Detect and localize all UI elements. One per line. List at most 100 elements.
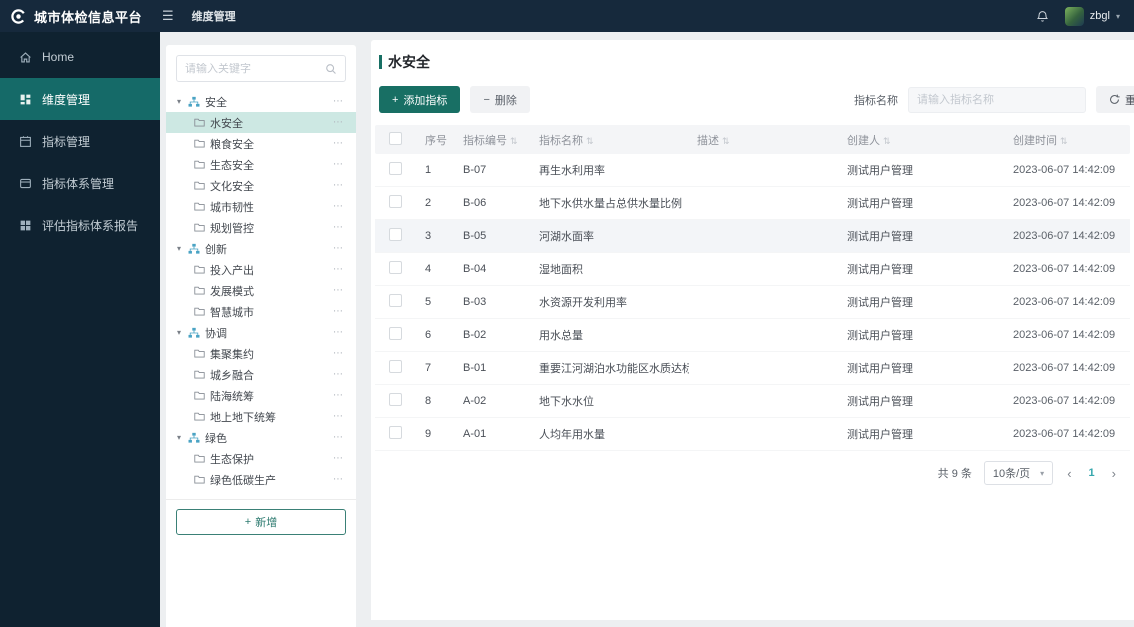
table-row[interactable]: 9 A-01 人均年用水量 测试用户管理 2023-06-07 14:42:09	[375, 418, 1130, 451]
folder-icon	[194, 390, 205, 401]
tree-item[interactable]: 绿色低碳生产 ⋯	[166, 469, 356, 490]
table-row[interactable]: 1 B-07 再生水利用率 测试用户管理 2023-06-07 14:42:09	[375, 154, 1130, 187]
report-icon	[18, 219, 32, 232]
caret-down-icon[interactable]: ▾	[175, 97, 183, 106]
select-all-checkbox[interactable]	[389, 131, 402, 145]
next-page-button[interactable]: ›	[1110, 466, 1118, 481]
tree-item[interactable]: 集聚集约 ⋯	[166, 343, 356, 364]
bell-icon[interactable]	[1036, 10, 1049, 23]
tree-item[interactable]: 智慧城市 ⋯	[166, 301, 356, 322]
tree-group[interactable]: ▾ 安全 ⋯	[166, 91, 356, 112]
tree-item[interactable]: 城市韧性 ⋯	[166, 196, 356, 217]
more-icon[interactable]: ⋯	[333, 327, 344, 338]
breadcrumb[interactable]: 维度管理	[192, 8, 236, 24]
sidebar-item-home[interactable]: Home	[0, 36, 160, 78]
table-row[interactable]: 2 B-06 地下水供水量占总供水量比例 测试用户管理 2023-06-07 14:42…	[375, 187, 1130, 220]
tree-item[interactable]: 水安全 ⋯	[166, 112, 356, 133]
more-icon[interactable]: ⋯	[333, 432, 344, 443]
column-header-name[interactable]: 指标名称 ⇅	[531, 132, 689, 148]
tree-item[interactable]: 陆海统筹 ⋯	[166, 385, 356, 406]
sort-icon[interactable]: ⇅	[722, 136, 730, 146]
tree-search-input[interactable]	[185, 62, 319, 75]
more-icon[interactable]: ⋯	[333, 201, 344, 212]
tree-item[interactable]: 文化安全 ⋯	[166, 175, 356, 196]
delete-button[interactable]: − 删除	[470, 86, 530, 113]
more-icon[interactable]: ⋯	[333, 411, 344, 422]
table-row[interactable]: 3 B-05 河湖水面率 测试用户管理 2023-06-07 14:42:09	[375, 220, 1130, 253]
row-checkbox[interactable]	[389, 261, 402, 274]
column-header-desc[interactable]: 描述 ⇅	[689, 132, 839, 148]
tree-item[interactable]: 粮食安全 ⋯	[166, 133, 356, 154]
avatar	[1064, 6, 1084, 26]
sidebar-item-dimension-management[interactable]: 维度管理	[0, 78, 160, 120]
more-icon[interactable]: ⋯	[333, 180, 344, 191]
tree-item[interactable]: 发展模式 ⋯	[166, 280, 356, 301]
caret-down-icon[interactable]: ▾	[175, 244, 183, 253]
sort-icon[interactable]: ⇅	[1060, 136, 1068, 146]
caret-down-icon[interactable]: ▾	[175, 433, 183, 442]
more-icon[interactable]: ⋯	[333, 243, 344, 254]
user-menu[interactable]: zbgl ▾	[1064, 6, 1120, 26]
sort-icon[interactable]: ⇅	[883, 136, 891, 146]
chevron-down-icon: ▾	[1040, 468, 1045, 478]
row-checkbox[interactable]	[389, 393, 402, 406]
tree-item[interactable]: 规划管控 ⋯	[166, 217, 356, 238]
add-indicator-button[interactable]: + 添加指标	[379, 86, 461, 113]
table-row[interactable]: 8 A-02 地下水水位 测试用户管理 2023-06-07 14:42:09	[375, 385, 1130, 418]
row-checkbox[interactable]	[389, 360, 402, 373]
tree-item[interactable]: 投入产出 ⋯	[166, 259, 356, 280]
more-icon[interactable]: ⋯	[333, 348, 344, 359]
row-checkbox[interactable]	[389, 294, 402, 307]
tree-group[interactable]: ▾ 协调 ⋯	[166, 322, 356, 343]
cell-no: 9	[425, 428, 432, 440]
table-row[interactable]: 6 B-02 用水总量 测试用户管理 2023-06-07 14:42:09	[375, 319, 1130, 352]
more-icon[interactable]: ⋯	[333, 453, 344, 464]
row-checkbox[interactable]	[389, 327, 402, 340]
tree-item[interactable]: 地上地下统筹 ⋯	[166, 406, 356, 427]
prev-page-button[interactable]: ‹	[1065, 466, 1073, 481]
more-icon[interactable]: ⋯	[333, 117, 344, 128]
menu-toggle-icon[interactable]: ☰	[162, 8, 174, 24]
page-number-1[interactable]: 1	[1086, 467, 1098, 479]
sort-icon[interactable]: ⇅	[586, 136, 594, 146]
tree-item[interactable]: 生态安全 ⋯	[166, 154, 356, 175]
cell-no: 4	[425, 263, 432, 275]
tree-group[interactable]: ▾ 创新 ⋯	[166, 238, 356, 259]
row-checkbox[interactable]	[389, 426, 402, 439]
column-header-code[interactable]: 指标编号 ⇅	[455, 132, 531, 148]
table-row[interactable]: 7 B-01 重要江河湖泊水功能区水质达标率 测试用户管理 2023-06-07 14:…	[375, 352, 1130, 385]
sort-icon[interactable]: ⇅	[510, 136, 518, 146]
more-icon[interactable]: ⋯	[333, 369, 344, 380]
more-icon[interactable]: ⋯	[333, 96, 344, 107]
row-checkbox[interactable]	[389, 195, 402, 208]
page-size-select[interactable]: 10条/页 ▾	[983, 461, 1054, 485]
more-icon[interactable]: ⋯	[333, 390, 344, 401]
row-checkbox-cell	[375, 294, 417, 310]
sidebar-item-indicator-management[interactable]: 指标管理	[0, 120, 160, 162]
tree-item[interactable]: 生态保护 ⋯	[166, 448, 356, 469]
more-icon[interactable]: ⋯	[333, 159, 344, 170]
table-row[interactable]: 4 B-04 湿地面积 测试用户管理 2023-06-07 14:42:09	[375, 253, 1130, 286]
tree-item-label: 规划管控	[210, 222, 254, 235]
table-row[interactable]: 5 B-03 水资源开发利用率 测试用户管理 2023-06-07 14:42:09	[375, 286, 1130, 319]
column-header-creator[interactable]: 创建人 ⇅	[839, 132, 1005, 148]
sidebar-item-indicator-system-management[interactable]: 指标体系管理	[0, 162, 160, 204]
add-dimension-button[interactable]: + 新增	[176, 509, 346, 535]
toolbar: + 添加指标 − 删除 指标名称 重置	[371, 86, 1134, 113]
more-icon[interactable]: ⋯	[333, 138, 344, 149]
more-icon[interactable]: ⋯	[333, 306, 344, 317]
more-icon[interactable]: ⋯	[333, 264, 344, 275]
more-icon[interactable]: ⋯	[333, 222, 344, 233]
more-icon[interactable]: ⋯	[333, 474, 344, 485]
table-header: 序号 指标编号 ⇅ 指标名称 ⇅ 描述 ⇅ 创建人 ⇅ 创建时间 ⇅	[375, 125, 1130, 154]
reset-button[interactable]: 重置	[1096, 86, 1134, 113]
sidebar-item-evaluation-report[interactable]: 评估指标体系报告	[0, 204, 160, 246]
tree-item[interactable]: 城乡融合 ⋯	[166, 364, 356, 385]
caret-down-icon[interactable]: ▾	[175, 328, 183, 337]
more-icon[interactable]: ⋯	[333, 285, 344, 296]
indicator-name-input[interactable]	[908, 86, 1086, 113]
column-header-time[interactable]: 创建时间 ⇅	[1005, 132, 1130, 148]
tree-group[interactable]: ▾ 绿色 ⋯	[166, 427, 356, 448]
row-checkbox[interactable]	[389, 228, 402, 241]
row-checkbox[interactable]	[389, 162, 402, 175]
